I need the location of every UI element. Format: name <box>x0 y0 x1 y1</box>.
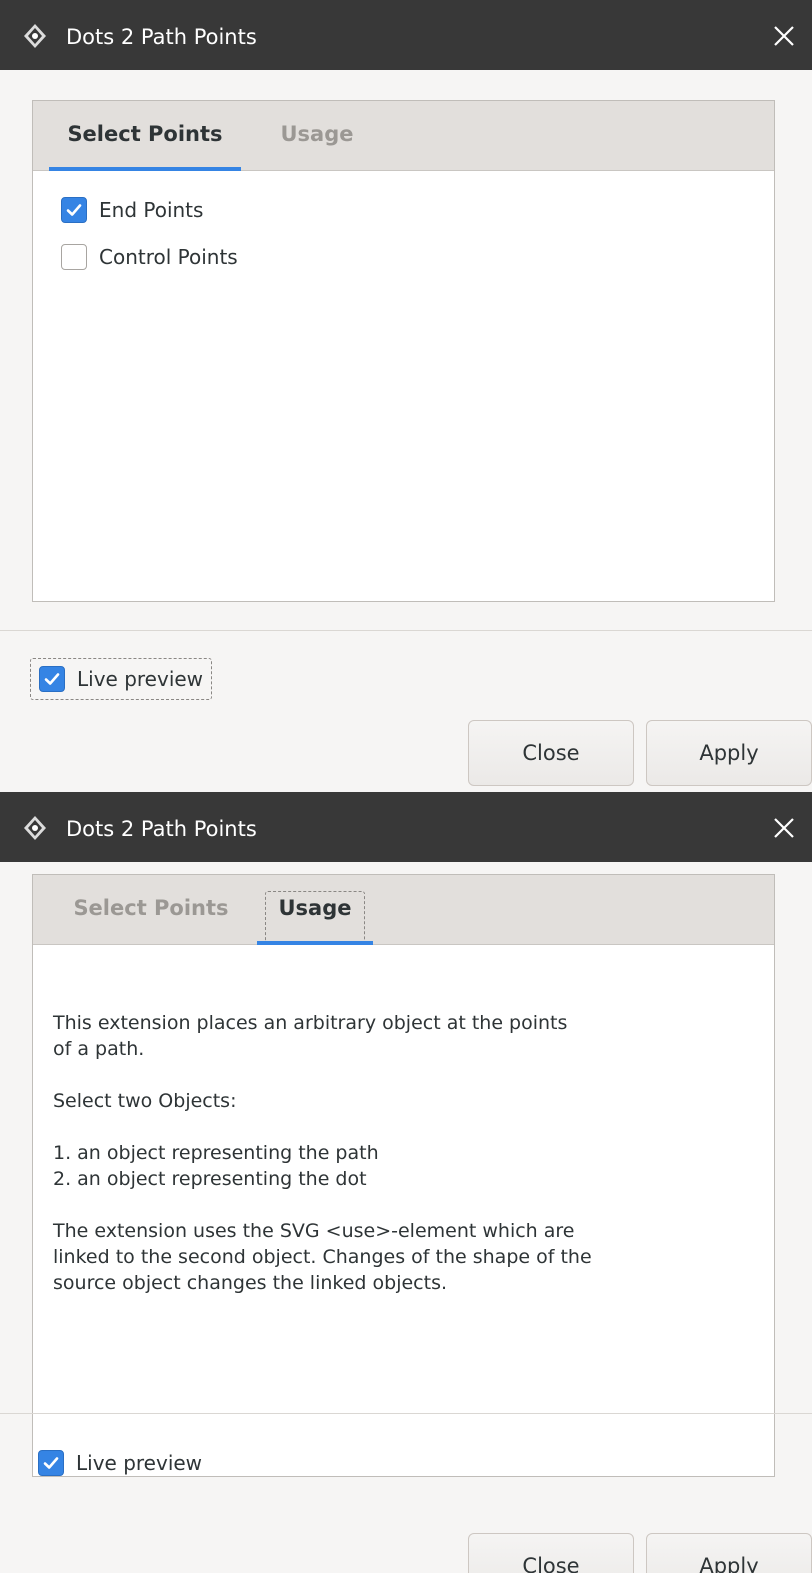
checkmark-icon <box>43 1457 59 1469</box>
live-preview-label: Live preview <box>76 1451 203 1475</box>
tab-strip: Select Points Usage <box>33 875 774 945</box>
button-label-rest: lose <box>537 1554 580 1573</box>
tab-usage[interactable]: Usage <box>267 101 367 170</box>
checkbox-control-points[interactable]: Control Points <box>61 242 238 272</box>
checkbox-unchecked[interactable] <box>61 244 87 270</box>
apply-button[interactable]: Apply <box>646 1533 812 1573</box>
active-tab-indicator <box>49 167 241 171</box>
title-bar: Dots 2 Path Points <box>0 0 812 70</box>
close-icon[interactable] <box>770 814 798 842</box>
live-preview-checkbox[interactable]: Live preview <box>30 658 213 700</box>
checkmark-icon <box>44 673 60 685</box>
tab-label: Usage <box>280 122 354 146</box>
close-button[interactable]: Close <box>468 720 634 786</box>
checkbox-end-points[interactable]: End Points <box>61 195 203 225</box>
tab-notebook: Select Points Usage This extension place… <box>32 874 775 1477</box>
tab-select-points[interactable]: Select Points <box>51 875 251 944</box>
usage-paragraph: Select two Objects: <box>53 1088 733 1114</box>
window-title: Dots 2 Path Points <box>66 25 257 49</box>
usage-paragraph: The extension uses the SVG <use>-element… <box>53 1218 733 1296</box>
checkbox-checked[interactable] <box>39 666 65 692</box>
button-label-rest: pply <box>713 1554 759 1573</box>
usage-line: The extension uses the SVG <use>-element… <box>53 1220 575 1242</box>
mnemonic-char: C <box>522 1554 538 1573</box>
tab-usage[interactable]: Usage <box>257 875 373 945</box>
usage-paragraph: This extension places an arbitrary objec… <box>53 1010 733 1062</box>
usage-line: 1. an object representing the path <box>53 1142 379 1164</box>
window-title: Dots 2 Path Points <box>66 817 257 841</box>
mnemonic-char: A <box>699 1554 714 1573</box>
usage-line: linked to the second object. Changes of … <box>53 1246 592 1268</box>
live-preview-checkbox[interactable]: Live preview <box>30 1442 210 1484</box>
usage-line: This extension places an arbitrary objec… <box>53 1012 568 1034</box>
dialog-usage: Dots 2 Path Points Select Points Usage T… <box>0 792 812 1573</box>
checkbox-checked[interactable] <box>38 1450 64 1476</box>
separator <box>0 1413 812 1414</box>
usage-line: 2. an object representing the dot <box>53 1168 367 1190</box>
title-bar: Dots 2 Path Points <box>0 792 812 862</box>
usage-description: This extension places an arbitrary objec… <box>53 1010 733 1296</box>
usage-line: source object changes the linked objects… <box>53 1272 448 1294</box>
usage-line: of a path. <box>53 1038 145 1060</box>
tab-strip: Select Points Usage <box>33 101 774 171</box>
checkbox-checked[interactable] <box>61 197 87 223</box>
active-tab-indicator <box>257 941 373 945</box>
live-preview-label: Live preview <box>77 667 204 691</box>
inkscape-app-icon <box>22 815 48 841</box>
checkbox-label: End Points <box>99 198 204 222</box>
close-icon[interactable] <box>770 22 798 50</box>
tab-focus-ring <box>265 891 365 945</box>
tab-notebook: Select Points Usage End Points Control P… <box>32 100 775 602</box>
tab-label: Select Points <box>67 122 223 146</box>
dialog-select-points: Dots 2 Path Points Select Points Usage E… <box>0 0 812 792</box>
checkbox-label: Control Points <box>99 245 238 269</box>
inkscape-app-icon <box>22 23 48 49</box>
tab-label: Select Points <box>73 896 229 920</box>
close-button[interactable]: Close <box>468 1533 634 1573</box>
separator <box>0 630 812 631</box>
apply-button[interactable]: Apply <box>646 720 812 786</box>
usage-line: Select two Objects: <box>53 1090 237 1112</box>
usage-paragraph: 1. an object representing the path 2. an… <box>53 1140 733 1192</box>
tab-select-points[interactable]: Select Points <box>49 101 241 171</box>
checkmark-icon <box>66 204 82 216</box>
